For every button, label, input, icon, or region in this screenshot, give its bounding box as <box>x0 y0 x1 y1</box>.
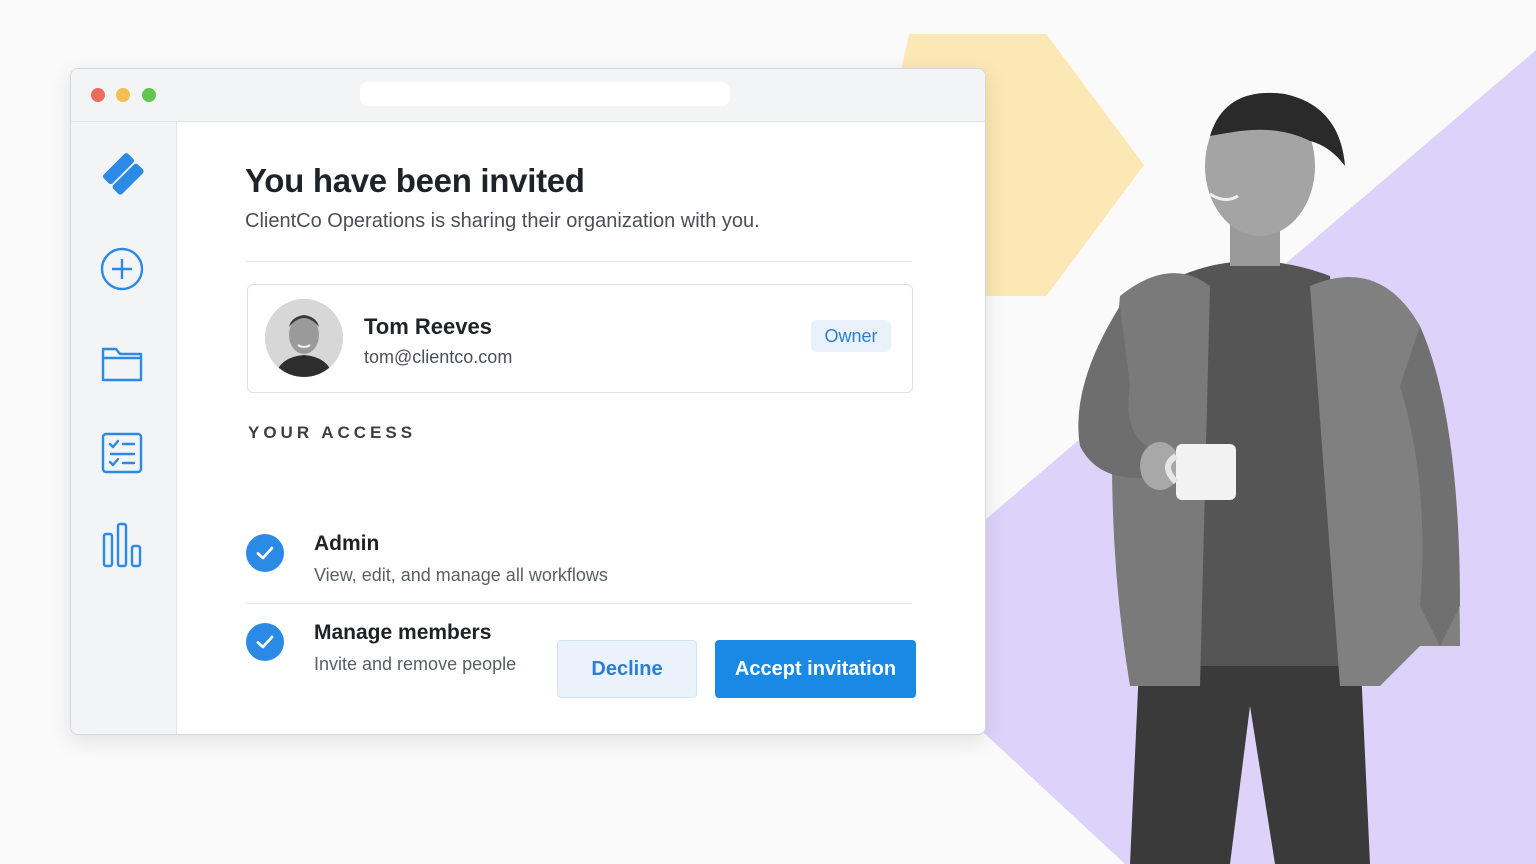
permission-description: Invite and remove people <box>314 654 517 674</box>
check-icon <box>246 534 284 572</box>
divider <box>246 603 912 604</box>
role-badge: Owner <box>811 320 891 352</box>
maximize-window-button[interactable] <box>142 88 156 102</box>
person-illustration <box>1078 92 1460 864</box>
page-subtitle: ClientCo Operations is sharing their org… <box>245 210 760 232</box>
avatar <box>265 299 343 377</box>
folder-icon[interactable] <box>97 338 147 388</box>
minimize-window-button[interactable] <box>116 88 130 102</box>
access-heading: YOUR ACCESS <box>248 423 417 442</box>
page-title: You have been invited <box>245 162 585 199</box>
divider <box>246 261 912 262</box>
permission-description: View, edit, and manage all workflows <box>314 565 608 585</box>
owner-email: tom@clientco.com <box>364 347 513 367</box>
sidebar <box>71 122 177 734</box>
permission-title: Manage members <box>314 621 492 644</box>
check-icon <box>246 623 284 661</box>
address-bar[interactable] <box>360 82 730 106</box>
logo-icon[interactable] <box>97 149 147 199</box>
browser-titlebar <box>71 69 985 122</box>
permission-title: Admin <box>314 532 380 555</box>
owner-card: Tom Reeves tom@clientco.com Owner <box>247 284 913 393</box>
owner-name: Tom Reeves <box>364 314 492 339</box>
close-window-button[interactable] <box>91 88 105 102</box>
checklist-icon[interactable] <box>97 428 147 478</box>
accept-invitation-button[interactable]: Accept invitation <box>715 640 916 698</box>
bar-chart-icon[interactable] <box>97 520 147 570</box>
add-circle-icon[interactable] <box>97 244 147 294</box>
browser-window: You have been invited ClientCo Operation… <box>70 68 986 735</box>
decline-button[interactable]: Decline <box>557 640 697 698</box>
